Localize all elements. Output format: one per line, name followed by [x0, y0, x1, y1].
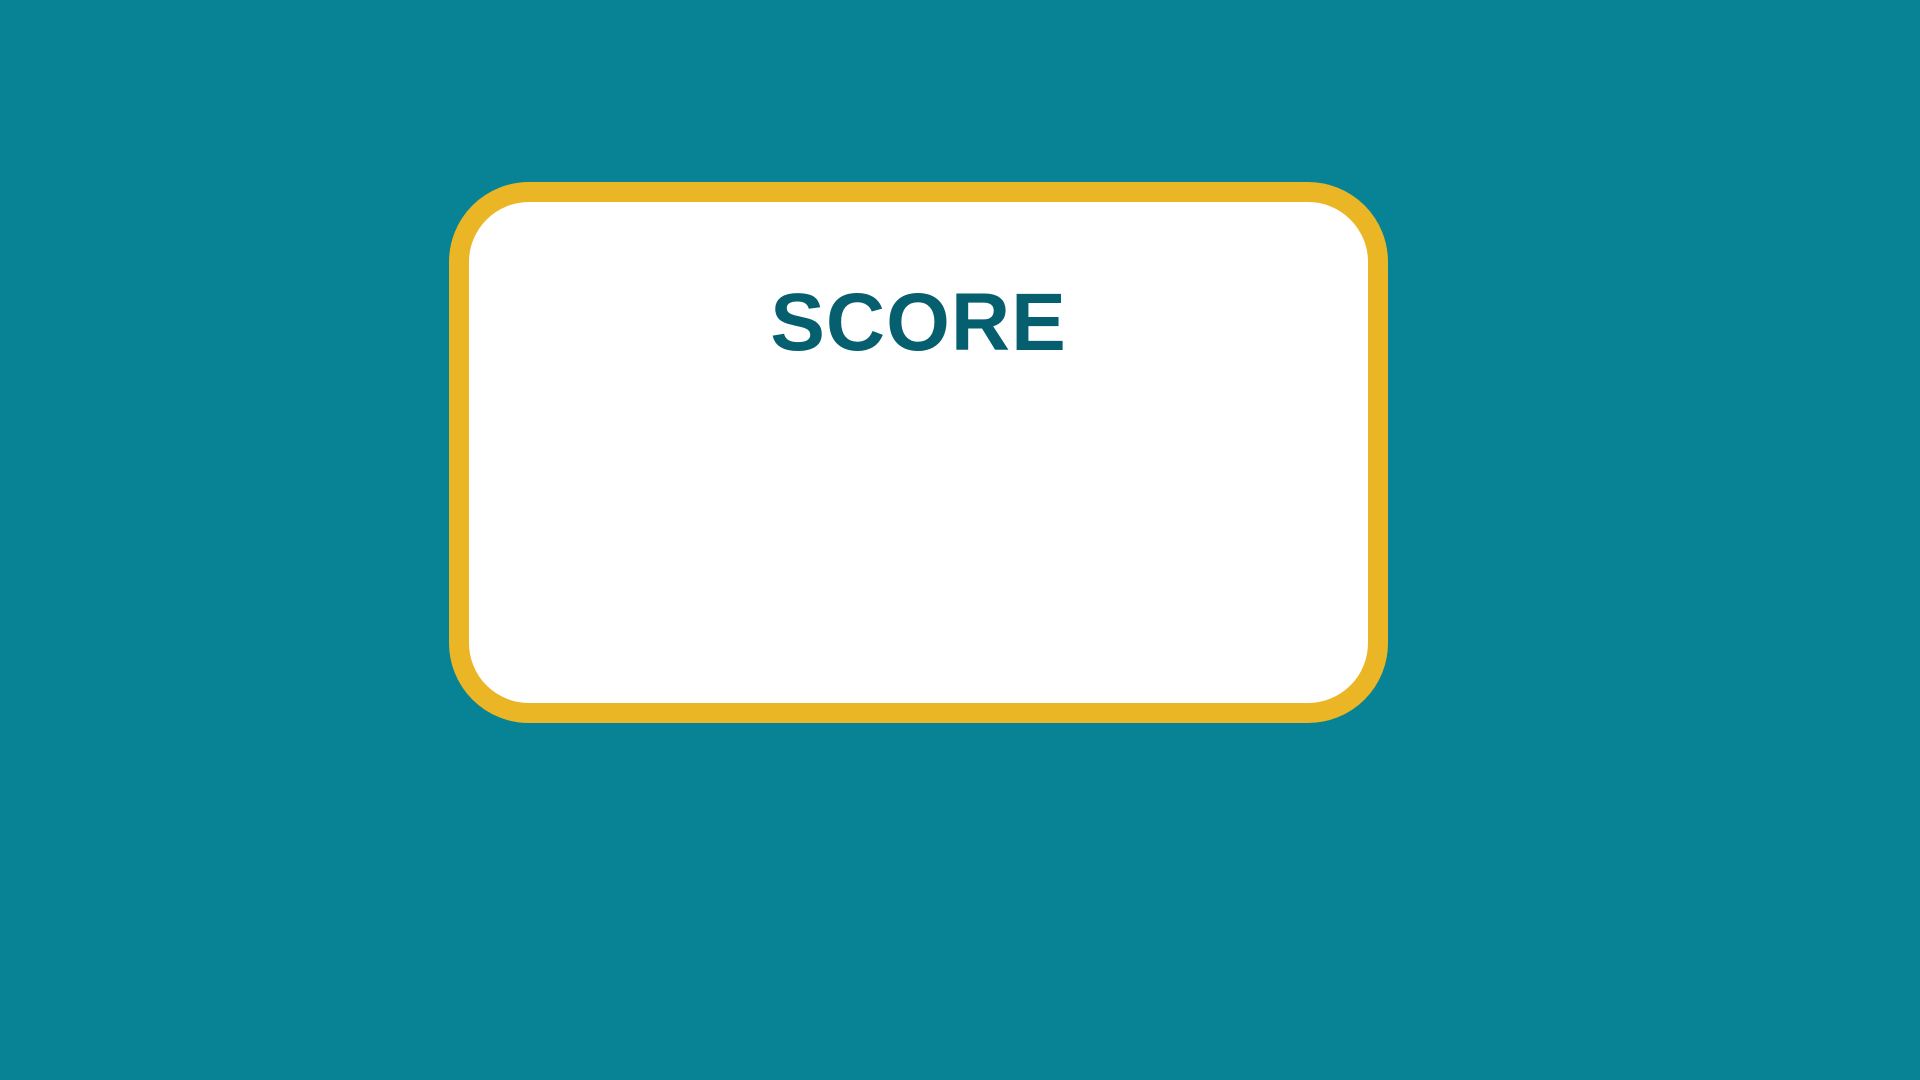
score-title: SCORE [770, 277, 1067, 368]
score-card: SCORE [449, 182, 1388, 723]
game-screen: { "score_panel": { "title": "SCORE" }, "… [0, 0, 1920, 1080]
